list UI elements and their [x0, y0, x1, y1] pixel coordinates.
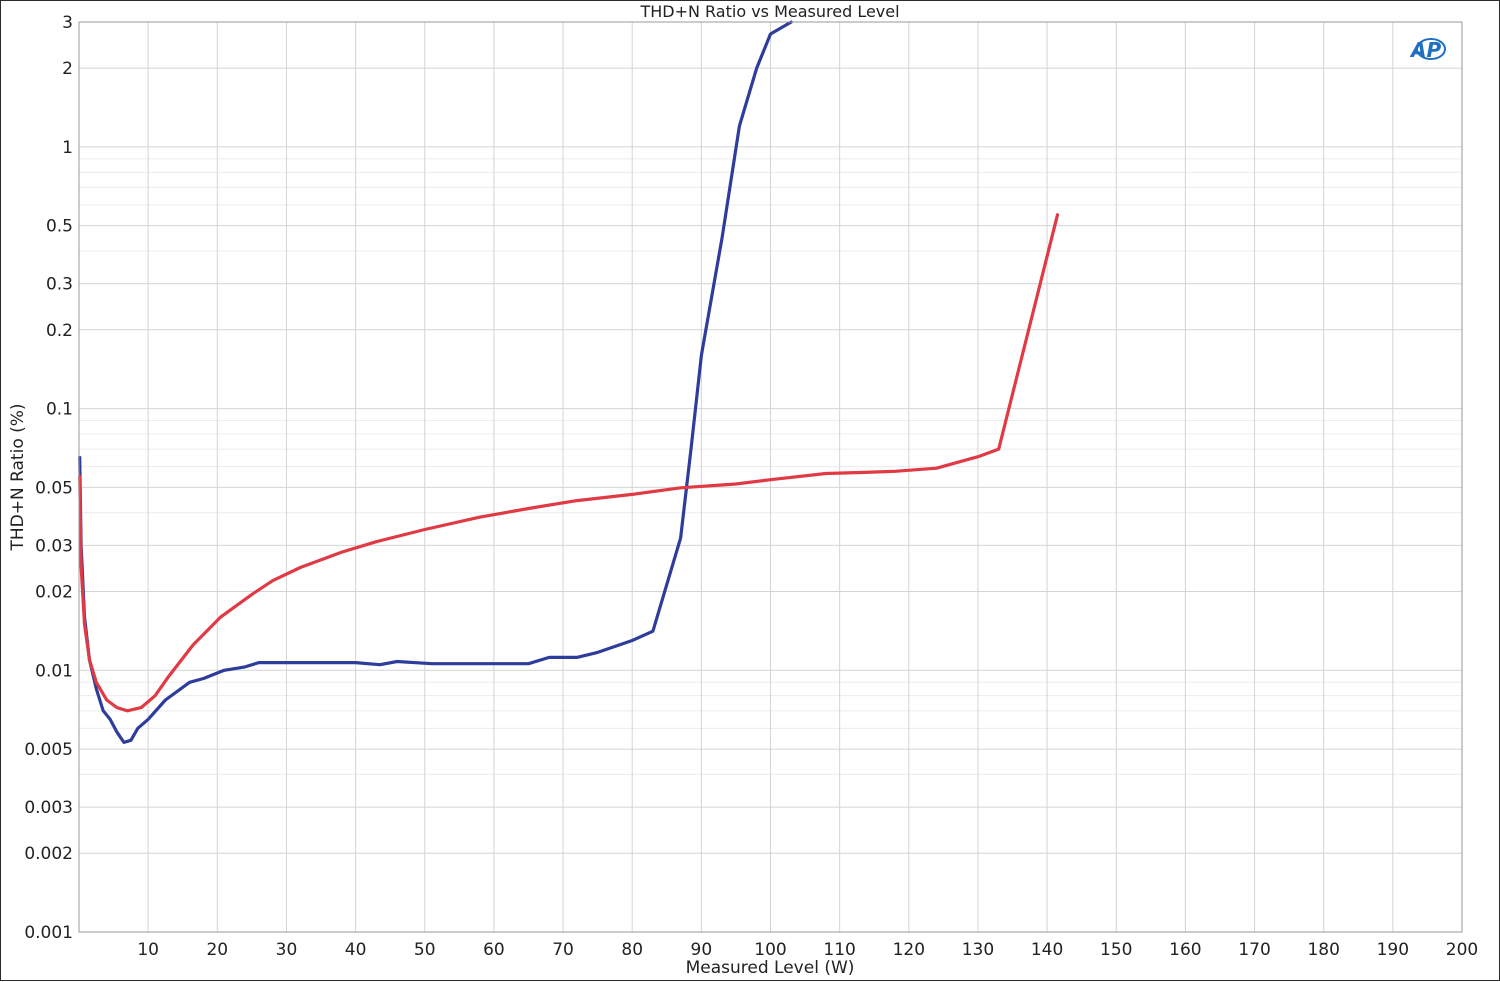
x-tick-label: 60	[483, 940, 505, 960]
x-tick-label: 50	[414, 940, 436, 960]
ap-logo: AP	[1409, 38, 1446, 62]
y-tick-label: 0.03	[35, 536, 73, 556]
y-tick-label: 0.003	[24, 798, 73, 818]
x-tick-label: 130	[962, 940, 994, 960]
y-tick-label: 0.2	[46, 321, 73, 341]
chart-title: THD+N Ratio vs Measured Level	[639, 2, 899, 21]
x-tick-label: 120	[893, 940, 925, 960]
x-tick-label: 100	[754, 940, 786, 960]
grid	[79, 21, 1463, 933]
y-tick-label: 0.1	[46, 400, 73, 420]
x-tick-label: 110	[823, 940, 855, 960]
y-tick-label: 1	[62, 138, 73, 158]
y-axis-label: THD+N Ratio (%)	[8, 403, 28, 551]
x-tick-label: 10	[137, 940, 159, 960]
y-tick-label: 0.002	[24, 844, 73, 864]
x-tick-label: 160	[1169, 940, 1201, 960]
x-tick-label: 40	[345, 940, 367, 960]
y-tick-label: 0.05	[35, 478, 73, 498]
y-tick-label: 0.02	[35, 583, 73, 603]
y-tick-label: 0.5	[46, 217, 73, 237]
x-tick-label: 180	[1307, 940, 1339, 960]
x-tick-label: 190	[1377, 940, 1409, 960]
x-tick-label: 70	[552, 940, 574, 960]
x-tick-labels: 10 20 30 40 50 60 70 80 90 100 110 120 130 140 150 160 1…	[137, 940, 1478, 960]
x-tick-label: 140	[1031, 940, 1063, 960]
chart-frame: 0.001 0.002 0.003 0.005 0.01 0.02 0.03 0.05 0.1 0…	[0, 0, 1500, 981]
y-tick-label: 0.3	[46, 275, 73, 295]
thd-n-chart: 0.001 0.002 0.003 0.005 0.01 0.02 0.03 0.05 0.1 0…	[8, 2, 1478, 978]
x-tick-label: 80	[621, 940, 643, 960]
x-axis-label: Measured Level (W)	[686, 958, 855, 978]
x-tick-label: 200	[1446, 940, 1478, 960]
y-tick-label: 0.01	[35, 661, 73, 681]
y-tick-label: 3	[62, 13, 73, 33]
ap-logo-text: AP	[1409, 38, 1441, 62]
x-tick-label: 150	[1100, 940, 1132, 960]
y-tick-labels: 0.001 0.002 0.003 0.005 0.01 0.02 0.03 0.05 0.1 0…	[24, 13, 73, 943]
y-tick-label: 0.005	[24, 740, 73, 760]
x-tick-label: 30	[276, 940, 298, 960]
x-tick-label: 20	[206, 940, 228, 960]
x-tick-label: 90	[691, 940, 713, 960]
y-tick-label: 0.001	[24, 923, 73, 943]
y-tick-label: 2	[62, 59, 73, 79]
x-tick-label: 170	[1238, 940, 1270, 960]
